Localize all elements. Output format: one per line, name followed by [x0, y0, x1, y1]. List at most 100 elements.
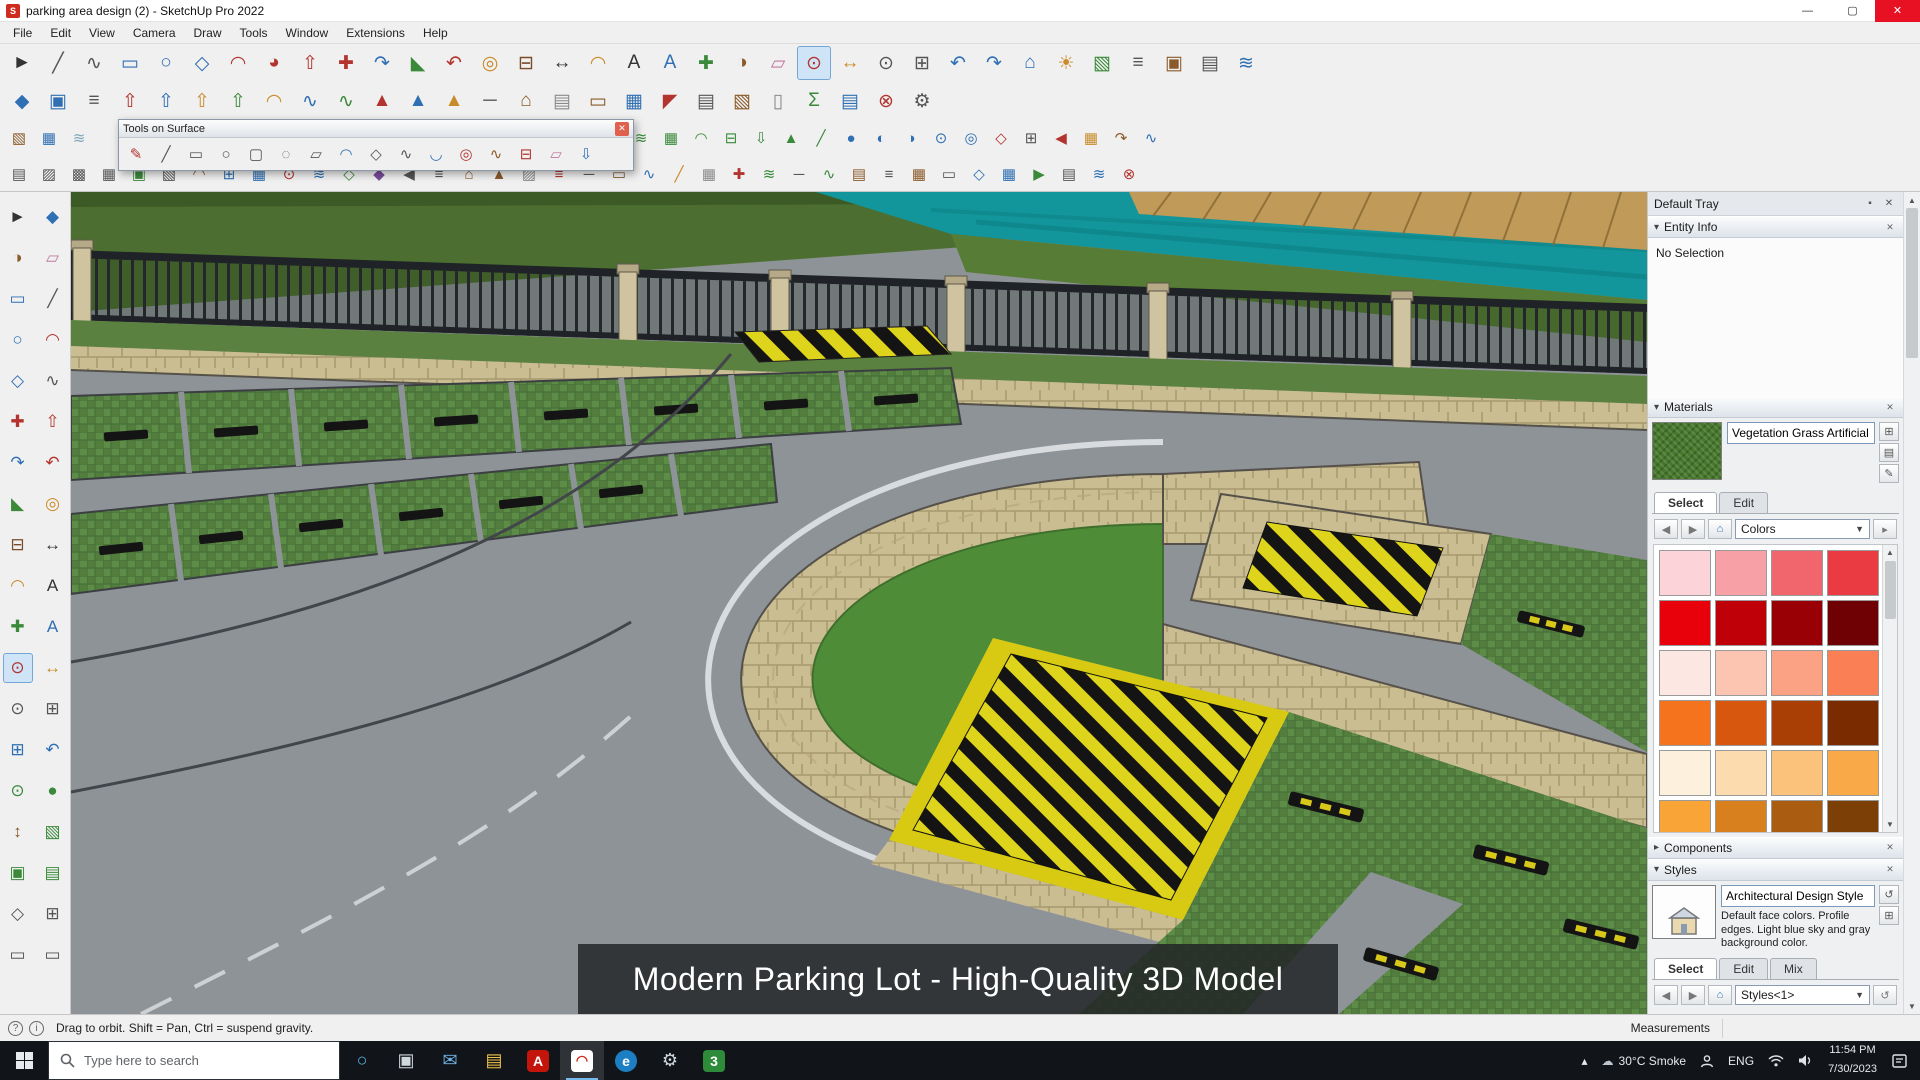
push-pull-tool[interactable]: ⇧	[38, 407, 68, 437]
tray-scrollbar[interactable]: ▲ ▼	[1903, 192, 1920, 1014]
axes-tool[interactable]: ✚	[3, 612, 33, 642]
smoove-tool[interactable]: ◠	[687, 124, 715, 152]
drape-tool[interactable]: ⇩	[747, 124, 775, 152]
curve-maker-tool[interactable]: ∿	[329, 84, 363, 118]
section-plane-tool[interactable]: ▧	[38, 817, 68, 847]
purge-model-tool[interactable]: ⊗	[1115, 160, 1143, 188]
menu-draw[interactable]: Draw	[185, 23, 231, 43]
taskbar-sketchup[interactable]: ◠	[560, 1041, 604, 1080]
pan-tool[interactable]: ↔	[38, 653, 68, 683]
position-camera-tool[interactable]: ⊙	[3, 776, 33, 806]
solid-union-tool[interactable]: ●	[837, 124, 865, 152]
front-view-tool[interactable]: ▭	[3, 940, 33, 970]
stamp-tool[interactable]: ⊟	[717, 124, 745, 152]
tools-on-surface-palette[interactable]: Tools on Surface ✕ ✎ ╱ ▭ ○ ▢ ◌ ▱ ◠ ◇ ∿ ◡ ◎ ∿ ⊟ ▱ ⇩	[118, 119, 634, 171]
material-preview[interactable]	[1652, 422, 1722, 480]
text-tool[interactable]: A	[617, 46, 651, 80]
taskbar-cortana[interactable]: ○	[340, 1041, 384, 1080]
move-tool[interactable]: ✚	[329, 46, 363, 80]
swatch-scrollbar[interactable]: ▲ ▼	[1882, 545, 1897, 832]
styles-header[interactable]: ▾ Styles ✕	[1648, 858, 1903, 881]
profile-builder-tool[interactable]: ▤	[5, 160, 33, 188]
extrude-faces-tool[interactable]: ▲	[437, 84, 471, 118]
hatch-lines-tool[interactable]: ▨	[35, 160, 63, 188]
round-corner-tool[interactable]: ◠	[257, 84, 291, 118]
surface-ellipse-tool[interactable]: ○	[212, 140, 240, 168]
color-swatch[interactable]	[1659, 700, 1711, 746]
right-view-tool[interactable]: ▭	[38, 940, 68, 970]
weld-edges-tool[interactable]: ─	[473, 84, 507, 118]
surface-arc-tool[interactable]: ◠	[332, 140, 360, 168]
walk-tool[interactable]: ↕	[3, 817, 33, 847]
surface-pencil-tool[interactable]: ✎	[122, 140, 150, 168]
materials-collection-dropdown[interactable]: Colors ▼	[1735, 519, 1870, 539]
jpp-vector-tool[interactable]: ⇧	[149, 84, 183, 118]
model-info-tool[interactable]: ≡	[1121, 46, 1155, 80]
menu-extensions[interactable]: Extensions	[337, 23, 414, 43]
offset-tool[interactable]: ◎	[473, 46, 507, 80]
stair-builder-tool[interactable]: ▤	[845, 160, 873, 188]
pin-icon[interactable]: ▪	[1862, 196, 1878, 212]
circle-tool[interactable]: ○	[3, 325, 33, 355]
solid-intersect-tool[interactable]: ⊙	[927, 124, 955, 152]
bezier-curve-tool[interactable]: ∿	[293, 84, 327, 118]
axes-tool[interactable]: ✚	[689, 46, 723, 80]
palette-close-icon[interactable]: ✕	[615, 121, 629, 136]
surface-oval-tool[interactable]: ◌	[272, 140, 300, 168]
style-name-input[interactable]	[1721, 884, 1875, 907]
door-tool-tool[interactable]: ▭	[581, 84, 615, 118]
color-swatch[interactable]	[1659, 550, 1711, 596]
section-display-tool[interactable]: ▤	[38, 858, 68, 888]
window-tool-tool[interactable]: ▦	[617, 84, 651, 118]
dimension-tool[interactable]: ↔	[38, 530, 68, 560]
taskbar-clock[interactable]: 11:54 PM 7/30/2023	[1820, 1041, 1885, 1080]
color-swatch[interactable]	[1827, 700, 1879, 746]
protractor-tool[interactable]: ◠	[3, 571, 33, 601]
scrollbar-thumb[interactable]	[1906, 208, 1918, 358]
tape-measure-tool[interactable]: ⊟	[509, 46, 543, 80]
color-swatch[interactable]	[1715, 600, 1767, 646]
menu-edit[interactable]: Edit	[41, 23, 80, 43]
survey-point-tool[interactable]: ✚	[725, 160, 753, 188]
column-tool-tool[interactable]: ▯	[761, 84, 795, 118]
color-swatch[interactable]	[1659, 750, 1711, 796]
color-swatch[interactable]	[1827, 750, 1879, 796]
close-icon[interactable]: ✕	[1883, 220, 1897, 234]
in-model-icon[interactable]: ⌂	[1708, 519, 1732, 539]
rotate-tool[interactable]: ↷	[365, 46, 399, 80]
jpp-basic-tool[interactable]: ⇧	[113, 84, 147, 118]
color-swatch[interactable]	[1827, 550, 1879, 596]
language-indicator[interactable]: ENG	[1721, 1041, 1761, 1080]
fog-tool[interactable]: ≋	[65, 124, 93, 152]
color-swatch[interactable]	[1659, 600, 1711, 646]
jpp-normal-tool[interactable]: ⇧	[185, 84, 219, 118]
text-tool[interactable]: A	[38, 571, 68, 601]
color-swatch[interactable]	[1771, 750, 1823, 796]
taskbar-file-explorer[interactable]: ▤	[472, 1041, 516, 1080]
next-view-tool[interactable]: ↷	[977, 46, 1011, 80]
previous-view-tool[interactable]: ↶	[941, 46, 975, 80]
house-builder-tool[interactable]: ⌂	[509, 84, 543, 118]
3d-text-tool[interactable]: A	[653, 46, 687, 80]
hvac-duct-tool[interactable]: ▦	[695, 160, 723, 188]
export-image-tool[interactable]: ▦	[995, 160, 1023, 188]
orbit-tool[interactable]: ⊙	[797, 46, 831, 80]
display-pane-icon[interactable]: ▤	[1879, 443, 1899, 462]
mirror-tool[interactable]: ◀	[1047, 124, 1075, 152]
components-header[interactable]: ▸ Components ✕	[1648, 836, 1903, 859]
create-style-icon[interactable]: ⊞	[1879, 905, 1899, 925]
surface-measure-tool[interactable]: ⊟	[512, 140, 540, 168]
back-icon[interactable]: ◀	[1654, 519, 1678, 539]
surface-line-tool[interactable]: ╱	[152, 140, 180, 168]
taskbar-edge[interactable]: e	[604, 1041, 648, 1080]
measurements-box[interactable]	[1722, 1018, 1912, 1038]
tab-mix[interactable]: Mix	[1770, 958, 1817, 979]
surface-project-tool[interactable]: ⇩	[572, 140, 600, 168]
color-swatch[interactable]	[1715, 700, 1767, 746]
extrude-edges-tool[interactable]: ▲	[365, 84, 399, 118]
solid-split-tool[interactable]: ◎	[957, 124, 985, 152]
rectangle-tool[interactable]: ▭	[3, 284, 33, 314]
views-tool[interactable]: ⌂	[1013, 46, 1047, 80]
shadows-tool[interactable]: ☀	[1049, 46, 1083, 80]
materials-header[interactable]: ▾ Materials ✕	[1648, 396, 1903, 418]
